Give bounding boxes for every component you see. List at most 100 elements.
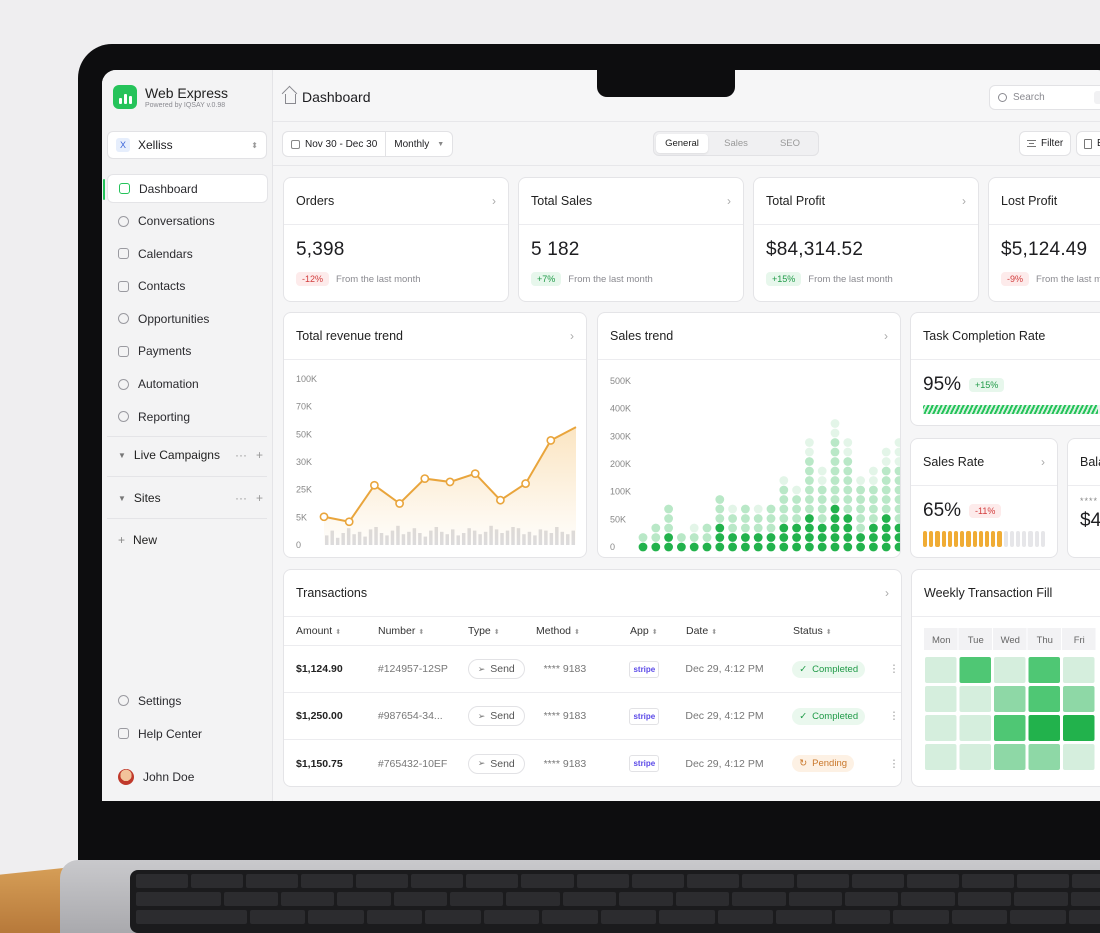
column-header[interactable]: Type ⬍	[468, 625, 536, 637]
more-options-icon[interactable]: ⋮	[887, 710, 901, 722]
chevron-right-icon[interactable]: ›	[570, 329, 574, 343]
sales-dot	[894, 447, 900, 457]
sales-dot	[792, 542, 801, 552]
change-note: From the last month	[808, 273, 893, 285]
filter-button[interactable]: Filter	[1019, 131, 1072, 156]
tab-seo[interactable]: SEO	[764, 134, 816, 153]
sales-dot	[805, 495, 814, 504]
balance-card[interactable]: Bala **** $4	[1067, 438, 1100, 558]
sidebar-item-dashboard[interactable]: Dashboard	[103, 174, 268, 203]
change-badge: -12%	[296, 272, 330, 286]
type-send-button[interactable]: ➢ Send	[467, 753, 525, 774]
sales-dot	[779, 495, 789, 504]
group-sites[interactable]: ▼ Sites ··· +	[107, 483, 267, 513]
heat-cell	[1063, 657, 1095, 683]
chevron-right-icon[interactable]: ›	[962, 194, 966, 208]
sales-dot	[881, 542, 891, 552]
type-send-button[interactable]: ➢ Send	[467, 706, 525, 726]
heat-cell	[1063, 715, 1095, 741]
column-header[interactable]: Number ⬍	[378, 625, 468, 637]
table-row[interactable]: $1,250.00 #987654-34... ➢ Send **** 9183 …	[284, 693, 901, 740]
task-completion-card[interactable]: Task Completion Rate 95% +15%	[910, 312, 1100, 426]
chevron-right-icon[interactable]: ›	[492, 194, 496, 208]
stat-card-total-sales[interactable]: Total Sales › 5 182 +7% From the last mont…	[518, 177, 744, 302]
sales-dot	[805, 447, 814, 457]
send-icon: ➢	[477, 663, 486, 674]
column-header[interactable]: Status ⬍	[793, 625, 888, 637]
stat-card-total-profit[interactable]: Total Profit › $84,314.52 +15% From the la…	[753, 177, 979, 302]
sidebar-item-help[interactable]: Help Center	[107, 719, 267, 748]
sidebar-item-payments[interactable]: Payments	[107, 337, 268, 366]
sidebar-item-reporting[interactable]: Reporting	[107, 402, 268, 431]
tab-general[interactable]: General	[656, 134, 708, 153]
sidebar-item-conversations[interactable]: Conversations	[107, 207, 268, 236]
column-header[interactable]: Amount ⬍	[284, 625, 378, 637]
column-header[interactable]: App ⬍	[630, 625, 686, 637]
column-header[interactable]: Date ⬍	[686, 625, 793, 637]
chevron-right-icon[interactable]: ›	[1041, 455, 1045, 469]
transactions-card: Transactions › Amount ⬍ Number ⬍ Type ⬍ Meth…	[283, 569, 902, 787]
sidebar-item-label: Reporting	[138, 409, 191, 424]
sales-dot	[766, 504, 776, 514]
add-icon[interactable]: +	[256, 448, 263, 462]
new-button[interactable]: + New	[107, 525, 267, 555]
stat-card-orders[interactable]: Orders › 5,398 -12% From the last month	[283, 177, 509, 302]
heat-cell	[959, 686, 991, 712]
sales-rate-card[interactable]: Sales Rate › 65% -11%	[910, 438, 1058, 558]
more-options-icon[interactable]: ⋮	[887, 758, 901, 770]
heat-cell	[1028, 715, 1060, 741]
sales-dot	[753, 523, 763, 533]
more-options-icon[interactable]: ⋮	[887, 663, 901, 675]
sidebar-item-automation[interactable]: Automation	[107, 370, 268, 399]
workspace-switcher[interactable]: X Xelliss ⬍	[107, 131, 267, 159]
sales-dot	[766, 542, 776, 552]
day-label: Thu	[1037, 635, 1053, 646]
column-header[interactable]: Method ⬍	[536, 625, 630, 637]
heat-cell	[994, 715, 1026, 741]
period-select[interactable]: Monthly ▼	[385, 132, 452, 156]
chevron-right-icon[interactable]: ›	[727, 194, 731, 208]
add-icon[interactable]: +	[256, 491, 263, 505]
search-placeholder: Search	[1013, 92, 1045, 103]
sales-dot	[805, 533, 814, 542]
sales-dot	[702, 533, 712, 542]
sidebar-item-label: Dashboard	[139, 181, 198, 196]
brand[interactable]: Web Express Powered by IQSAY v.0.98	[113, 85, 228, 109]
chevron-right-icon[interactable]: ›	[885, 586, 889, 600]
heat-cell	[1028, 657, 1060, 683]
view-tabs: General Sales SEO	[653, 131, 819, 156]
balance-masked: ****	[1080, 496, 1099, 506]
change-badge: +7%	[531, 272, 562, 286]
sales-dot	[830, 542, 840, 552]
heat-cell	[994, 686, 1026, 712]
sales-dot	[753, 504, 763, 514]
sales-dot	[702, 523, 712, 533]
sales-dot	[843, 523, 853, 533]
sales-dot	[805, 466, 814, 476]
sales-dot	[792, 495, 801, 504]
search-input[interactable]: Search ⌘	[989, 85, 1100, 110]
export-button[interactable]: E	[1076, 131, 1100, 156]
sidebar-item-calendars[interactable]: Calendars	[107, 239, 268, 268]
number-cell: #987654-34...	[377, 710, 443, 722]
stat-card-lost-profit[interactable]: Lost Profit $5,124.49 -9% From the last m	[988, 177, 1100, 302]
chart-title: Sales trend	[610, 329, 674, 343]
chevron-right-icon[interactable]: ›	[884, 329, 888, 343]
type-send-button[interactable]: ➢ Send	[467, 659, 525, 679]
sales-dot	[881, 533, 891, 542]
group-live-campaigns[interactable]: ▼ Live Campaigns ··· +	[107, 440, 267, 470]
sales-dot	[817, 533, 827, 542]
table-row[interactable]: $1,150.75 #765432-10EF ➢ Send **** 9183 s…	[284, 740, 901, 786]
camera-notch	[597, 70, 735, 97]
sidebar-item-opportunities[interactable]: Opportunities	[107, 304, 268, 333]
sidebar-item-contacts[interactable]: Contacts	[107, 272, 268, 301]
sidebar-item-settings[interactable]: Settings	[107, 686, 267, 715]
date-range-button[interactable]: Nov 30 - Dec 30	[283, 132, 385, 156]
sales-dot	[664, 533, 673, 542]
date-range-picker[interactable]: Nov 30 - Dec 30 Monthly ▼	[282, 131, 454, 157]
tab-sales[interactable]: Sales	[710, 134, 762, 153]
table-row[interactable]: $1,124.90 #124957-12SP ➢ Send **** 9183 s…	[284, 646, 901, 693]
user-profile[interactable]: John Doe	[107, 762, 267, 791]
more-icon[interactable]: ···	[235, 491, 247, 505]
more-icon[interactable]: ···	[235, 448, 247, 462]
